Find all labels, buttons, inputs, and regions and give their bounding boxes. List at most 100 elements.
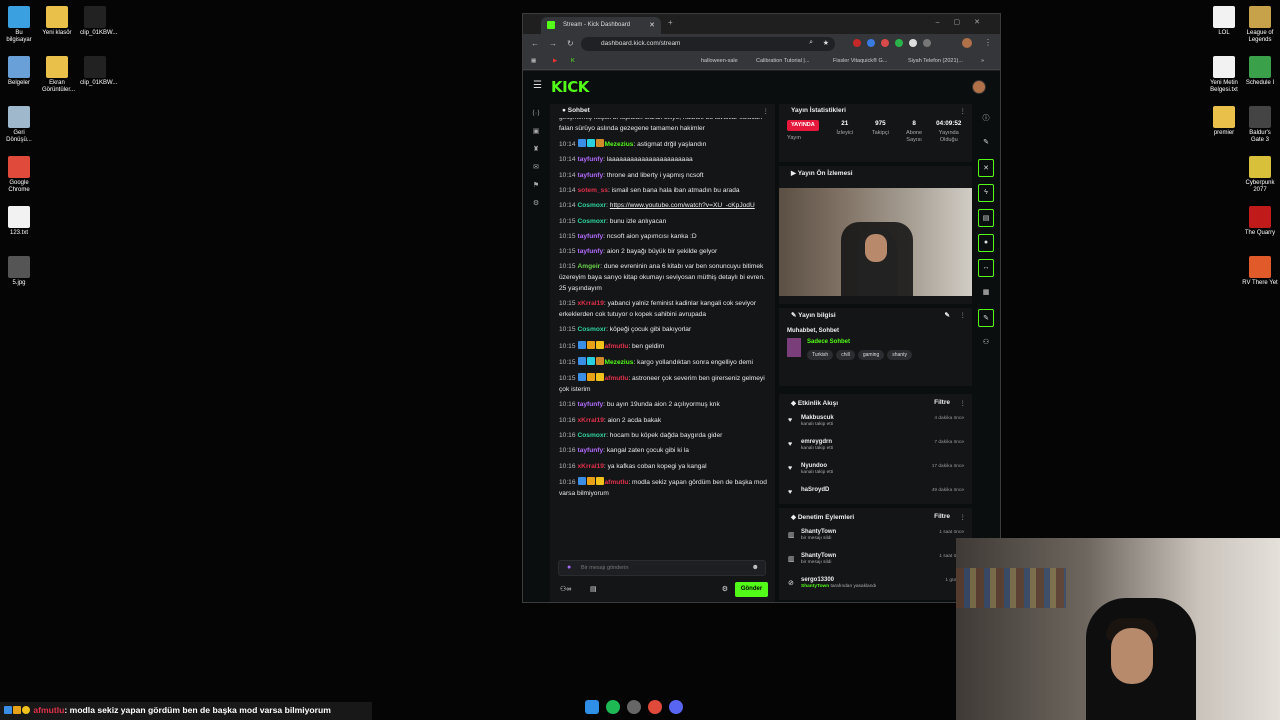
moderation-menu-icon[interactable]: ⋮	[960, 513, 967, 521]
apps-icon[interactable]: ▦	[531, 58, 536, 64]
desktop-icon[interactable]: Google Chrome	[4, 156, 34, 194]
menu-icon[interactable]: ⋮	[984, 38, 992, 47]
message-text[interactable]: https://www.youtube.com/watch?v=XU_-cKpJ…	[610, 202, 755, 209]
connections-icon[interactable]: ⚇	[978, 334, 994, 352]
message-username[interactable]: Cosmoxr	[578, 202, 607, 209]
desktop-icon[interactable]: premier	[1206, 106, 1242, 137]
stream-info-menu-icon[interactable]: ⋮	[960, 311, 967, 319]
message-username[interactable]: tayfunfy	[578, 447, 604, 454]
moderation-filter-button[interactable]: Filtre	[934, 513, 950, 520]
desktop-icon[interactable]: Baldur's Gate 3	[1242, 106, 1278, 144]
desktop-icon[interactable]: Ekran Görüntüler...	[42, 56, 75, 94]
ext-icon[interactable]	[909, 39, 917, 47]
trophy-icon[interactable]: ♜	[529, 145, 543, 163]
hamburger-icon[interactable]: ☰	[533, 80, 542, 91]
puzzle-icon[interactable]	[923, 39, 931, 47]
bookmark-item[interactable]: Siyah Telefon (2021)...	[908, 58, 963, 64]
moderator-name[interactable]: ShantyTown	[801, 584, 829, 589]
obs-icon[interactable]	[627, 700, 641, 714]
new-tab-icon[interactable]: +	[668, 18, 673, 27]
message-username[interactable]: sotem_ss	[578, 187, 608, 194]
windows-start-icon[interactable]	[585, 700, 599, 714]
kick-bookmark-icon[interactable]: K	[571, 58, 575, 64]
users-icon[interactable]: ⚑	[529, 181, 543, 199]
stats-menu-icon[interactable]: ⋮	[960, 107, 967, 115]
tab-kick-dashboard[interactable]: Stream - Kick Dashboard ✕	[541, 17, 661, 34]
desktop-icon[interactable]: clip_01KBW...	[80, 56, 117, 87]
chrome-icon[interactable]	[648, 700, 662, 714]
message-username[interactable]: Cosmoxr	[578, 326, 607, 333]
message-username[interactable]: Mezezius	[605, 359, 634, 366]
message-username[interactable]: xKrral19	[578, 463, 604, 470]
close-tab-icon[interactable]: ✕	[649, 21, 655, 29]
chat-input[interactable]: ● Bir mesajı gönderin ☻	[558, 560, 766, 576]
youtube-icon[interactable]: ▶	[553, 58, 557, 64]
message-username[interactable]: Cosmoxr	[578, 218, 607, 225]
pencil-icon[interactable]: ✎	[978, 134, 994, 152]
message-username[interactable]: afmutlu	[605, 375, 629, 382]
ext-icon[interactable]	[867, 39, 875, 47]
desktop-icon[interactable]: Geri Dönüşü...	[4, 106, 34, 144]
message-username[interactable]: afmutlu	[605, 479, 629, 486]
desktop-icon[interactable]: League of Legends	[1242, 6, 1278, 44]
desktop-icon[interactable]: The Quarry	[1242, 206, 1278, 237]
url-field[interactable]: dashboard.kick.com/stream ⌕ ★	[581, 37, 835, 51]
message-username[interactable]: afmutlu	[605, 343, 629, 350]
zoom-icon[interactable]: ⌕	[809, 39, 813, 47]
message-username[interactable]: tayfunfy	[578, 401, 604, 408]
discord-icon[interactable]	[669, 700, 683, 714]
message-username[interactable]: tayfunfy	[578, 156, 604, 163]
nav-buttons[interactable]: ←→↻	[531, 39, 584, 48]
category-name[interactable]: Sadece Sohbet	[807, 339, 850, 345]
user-avatar[interactable]	[972, 80, 986, 94]
desktop-icon[interactable]: 123.txt	[4, 206, 34, 237]
ext-icon[interactable]	[895, 39, 903, 47]
ext-icon[interactable]	[881, 39, 889, 47]
emoji-icon[interactable]: ☻	[752, 564, 759, 571]
settings-icon[interactable]: ⚙	[529, 199, 543, 217]
message-username[interactable]: Amgeir	[578, 263, 601, 270]
desktop-icon[interactable]: Yeni klasör	[42, 6, 72, 37]
message-username[interactable]: Mezezius	[605, 141, 634, 148]
wrench-tool-icon[interactable]: ✎	[978, 309, 994, 327]
kick-logo[interactable]: KICK	[551, 78, 589, 96]
stream-preview-video[interactable]	[779, 188, 972, 296]
layers-icon[interactable]: ▦	[978, 284, 994, 302]
desktop-icon[interactable]: clip_01KBW...	[80, 6, 117, 37]
raid-icon[interactable]: ✕	[978, 159, 994, 177]
desktop-icon[interactable]: Belgeler	[4, 56, 34, 87]
desktop-icon[interactable]: LOL	[1206, 6, 1242, 37]
community-icon[interactable]: ✉	[529, 163, 543, 181]
bookmark-item[interactable]: Calibration Tutorial |...	[756, 58, 809, 64]
stream-icon[interactable]: ⟨·⟩	[529, 109, 543, 127]
lightning-icon[interactable]: ϟ	[978, 184, 994, 202]
activity-filter-button[interactable]: Filtre	[934, 399, 950, 406]
message-username[interactable]: tayfunfy	[578, 248, 604, 255]
desktop-icon[interactable]: Bu bilgisayar	[4, 6, 34, 44]
message-username[interactable]: Cosmoxr	[578, 432, 607, 439]
spotify-icon[interactable]	[606, 700, 620, 714]
desktop-icon[interactable]: Yeni Metin Belgesi.txt	[1206, 56, 1242, 94]
message-username[interactable]: tayfunfy	[578, 172, 604, 179]
info-icon[interactable]: ⓘ	[978, 109, 994, 127]
arrows-icon[interactable]: ↔	[978, 259, 994, 277]
bookmark-item[interactable]: Fissler Vitaquick® G...	[833, 58, 887, 64]
profile-avatar[interactable]	[962, 38, 972, 48]
send-button[interactable]: Gönder	[735, 582, 768, 597]
star-icon[interactable]: ★	[823, 39, 829, 47]
bookmark-item[interactable]: halloween-sale	[701, 58, 738, 64]
desktop-icon[interactable]: RV There Yet	[1242, 256, 1278, 287]
window-controls[interactable]: –▢✕	[936, 18, 994, 26]
dashboard-icon[interactable]: ▣	[529, 127, 543, 145]
message-username[interactable]: tayfunfy	[578, 233, 604, 240]
chat-settings-icon[interactable]: ▤	[590, 585, 597, 593]
mic-icon[interactable]: ●	[567, 564, 571, 571]
message-username[interactable]: xKrral19	[578, 300, 604, 307]
chat-bubble-icon[interactable]: ●	[978, 234, 994, 252]
commands-icon[interactable]: ⚇∞	[560, 585, 571, 593]
gear-icon[interactable]: ⚙	[722, 585, 728, 593]
desktop-icon[interactable]: Schedule I	[1242, 56, 1278, 87]
desktop-icon[interactable]: Cyberpunk 2077	[1242, 156, 1278, 194]
more-bookmarks-icon[interactable]: »	[981, 58, 984, 64]
activity-menu-icon[interactable]: ⋮	[960, 399, 967, 407]
